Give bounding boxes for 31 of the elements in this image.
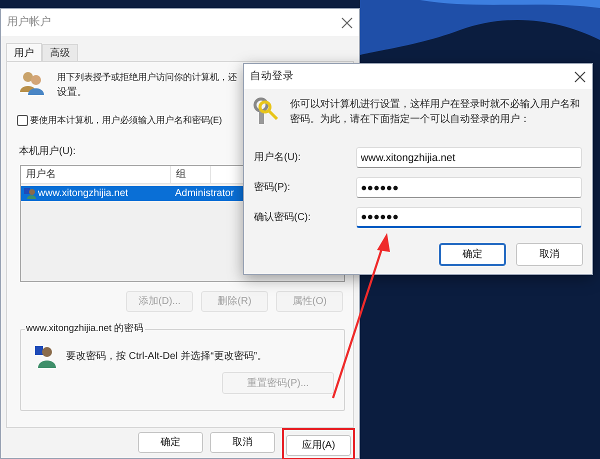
input-field[interactable]: www.xitongzhijia.net [356, 147, 582, 168]
input-field[interactable]: ●●●●●● [356, 207, 582, 228]
input-field[interactable]: ●●●●●● [356, 177, 582, 198]
dialog-button[interactable]: 取消 [210, 432, 275, 453]
field-label: 确认密码(C): [254, 210, 312, 225]
dialog-description: 你可以对计算机进行设置，这样用户在登录时就不必输入用户名和密码。为此，请在下面指定一个可以自动登录的用户： [290, 98, 581, 127]
dialog-title: 自动登录 [250, 68, 294, 84]
password-hint: 要改密码，按 Ctrl-Alt-Del 并选择“更改密码”。 [66, 350, 268, 364]
column-header[interactable]: 用户名 [21, 166, 171, 182]
intro-text: 用下列表授予或拒绝用户访问你的计算机，还 [57, 71, 237, 84]
field-label: 用户名(U): [254, 150, 302, 165]
dialog-button[interactable]: 确定 [138, 432, 203, 453]
checkbox[interactable] [17, 115, 28, 126]
table-cell-text: www.xitongzhijia.net [38, 186, 130, 200]
tab[interactable]: 高级 [42, 44, 78, 61]
users-label: 本机用户(U): [19, 146, 76, 156]
tab[interactable]: 用户 [6, 43, 42, 62]
table-cell-text: Administrator [174, 186, 234, 200]
close-icon[interactable] [574, 70, 586, 82]
users-icon [19, 70, 45, 96]
dialog-button[interactable]: 确定 [439, 243, 506, 266]
keys-icon [253, 97, 278, 125]
window-title: 用户帐户 [7, 14, 51, 30]
dialog-button[interactable]: 取消 [516, 243, 583, 266]
intro-text: 设置。 [57, 86, 88, 100]
user-icon [24, 187, 36, 199]
dialog-button[interactable]: 应用(A) [286, 435, 351, 456]
close-icon[interactable] [341, 16, 353, 28]
checkbox-label: 要使用本计算机，用户必须输入用户名和密码(E) [30, 114, 222, 127]
user-icon [34, 344, 56, 368]
column-header[interactable]: 组 [171, 166, 211, 182]
